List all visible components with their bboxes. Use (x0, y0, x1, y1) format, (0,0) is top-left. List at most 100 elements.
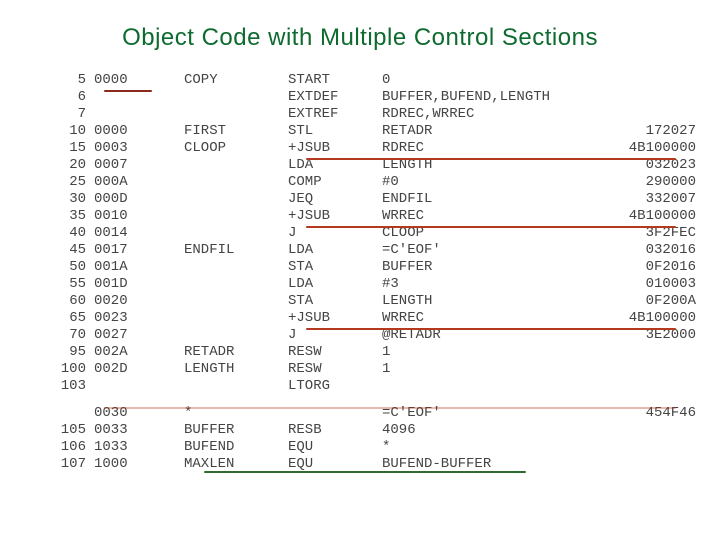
cell-label: COPY (180, 72, 284, 89)
cell-operand: 1 (378, 344, 582, 361)
cell-addr: 0003 (90, 140, 180, 157)
cell-label (180, 106, 284, 123)
cell-objcode: 4B100000 (582, 208, 700, 225)
cell-label (180, 276, 284, 293)
underline-jsub-wrrec-1 (306, 226, 676, 228)
cell-operand: * (378, 439, 582, 456)
cell-operand: WRREC (378, 208, 582, 225)
cell-addr: 000A (90, 174, 180, 191)
cell-operand: BUFFER,BUFEND,LENGTH (378, 89, 582, 106)
cell-line: 40 (40, 225, 90, 242)
table-row: 1050033BUFFERRESB4096 (40, 422, 700, 439)
table-row: 650023+JSUBWRREC4B100000 (40, 310, 700, 327)
cell-label (180, 174, 284, 191)
cell-operand: #0 (378, 174, 582, 191)
cell-objcode: 332007 (582, 191, 700, 208)
cell-label: ENDFIL (180, 242, 284, 259)
cell-line: 55 (40, 276, 90, 293)
table-row: 600020STALENGTH0F200A (40, 293, 700, 310)
cell-operand: =C'EOF' (378, 242, 582, 259)
cell-label (180, 225, 284, 242)
cell-objcode (582, 456, 700, 473)
cell-label (180, 293, 284, 310)
cell-label (180, 259, 284, 276)
table-row: 1061033BUFENDEQU* (40, 439, 700, 456)
cell-line: 50 (40, 259, 90, 276)
cell-line: 7 (40, 106, 90, 123)
cell-line: 20 (40, 157, 90, 174)
cell-objcode (582, 439, 700, 456)
cell-label (180, 327, 284, 344)
cell-objcode: 290000 (582, 174, 700, 191)
cell-opcode: EXTREF (284, 106, 378, 123)
cell-line: 70 (40, 327, 90, 344)
cell-operand: RETADR (378, 123, 582, 140)
cell-line (40, 405, 90, 422)
cell-opcode: EQU (284, 439, 378, 456)
cell-line: 107 (40, 456, 90, 473)
underline-addr-first (104, 90, 152, 92)
listing-table: 50000COPYSTART06EXTDEFBUFFER,BUFEND,LENG… (40, 72, 700, 473)
cell-objcode (582, 89, 700, 106)
cell-addr: 0033 (90, 422, 180, 439)
cell-addr: 000D (90, 191, 180, 208)
cell-line: 35 (40, 208, 90, 225)
cell-opcode: EXTDEF (284, 89, 378, 106)
cell-opcode: LDA (284, 242, 378, 259)
cell-addr: 002D (90, 361, 180, 378)
cell-addr: 0007 (90, 157, 180, 174)
cell-opcode: +JSUB (284, 310, 378, 327)
cell-line: 106 (40, 439, 90, 456)
table-row: 25000A COMP#0290000 (40, 174, 700, 191)
cell-addr: 0000 (90, 72, 180, 89)
cell-label: RETADR (180, 344, 284, 361)
cell-label: BUFEND (180, 439, 284, 456)
cell-operand: 4096 (378, 422, 582, 439)
table-row: 7EXTREFRDREC,WRREC (40, 106, 700, 123)
cell-objcode: 4B100000 (582, 140, 700, 157)
table-row: 50001ASTABUFFER0F2016 (40, 259, 700, 276)
table-row-spacer (40, 395, 700, 405)
cell-opcode: RESB (284, 422, 378, 439)
table-row: 30000DJEQENDFIL332007 (40, 191, 700, 208)
cell-opcode: LDA (284, 276, 378, 293)
cell-opcode: STA (284, 259, 378, 276)
cell-objcode (582, 106, 700, 123)
underline-maxlen (204, 471, 526, 473)
cell-operand: #3 (378, 276, 582, 293)
table-row: 95002ARETADRRESW1 (40, 344, 700, 361)
page-title-text: Object Code with Multiple Control Sectio… (122, 24, 598, 51)
cell-opcode: +JSUB (284, 140, 378, 157)
cell-addr (90, 106, 180, 123)
underline-eof-literal (104, 407, 676, 409)
cell-addr: 0023 (90, 310, 180, 327)
cell-addr: 002A (90, 344, 180, 361)
underline-jsub-rdrec (306, 158, 676, 160)
cell-objcode (582, 72, 700, 89)
cell-opcode: JEQ (284, 191, 378, 208)
cell-label (180, 208, 284, 225)
cell-opcode: STL (284, 123, 378, 140)
cell-line: 103 (40, 378, 90, 395)
cell-label: LENGTH (180, 361, 284, 378)
table-row: 150003CLOOP+JSUBRDREC4B100000 (40, 140, 700, 157)
cell-addr: 0014 (90, 225, 180, 242)
cell-addr: 1000 (90, 456, 180, 473)
cell-label (180, 378, 284, 395)
cell-opcode: START (284, 72, 378, 89)
cell-line: 60 (40, 293, 90, 310)
cell-label (180, 191, 284, 208)
cell-objcode: 032016 (582, 242, 700, 259)
cell-addr: 1033 (90, 439, 180, 456)
cell-line: 100 (40, 361, 90, 378)
table-row: 450017ENDFILLDA=C'EOF'032016 (40, 242, 700, 259)
cell-addr (90, 378, 180, 395)
cell-addr: 001D (90, 276, 180, 293)
cell-opcode: STA (284, 293, 378, 310)
cell-line: 105 (40, 422, 90, 439)
cell-addr: 0010 (90, 208, 180, 225)
cell-operand: LENGTH (378, 293, 582, 310)
cell-line: 25 (40, 174, 90, 191)
listing-table-wrap: 50000COPYSTART06EXTDEFBUFFER,BUFEND,LENG… (40, 72, 680, 473)
cell-opcode: COMP (284, 174, 378, 191)
